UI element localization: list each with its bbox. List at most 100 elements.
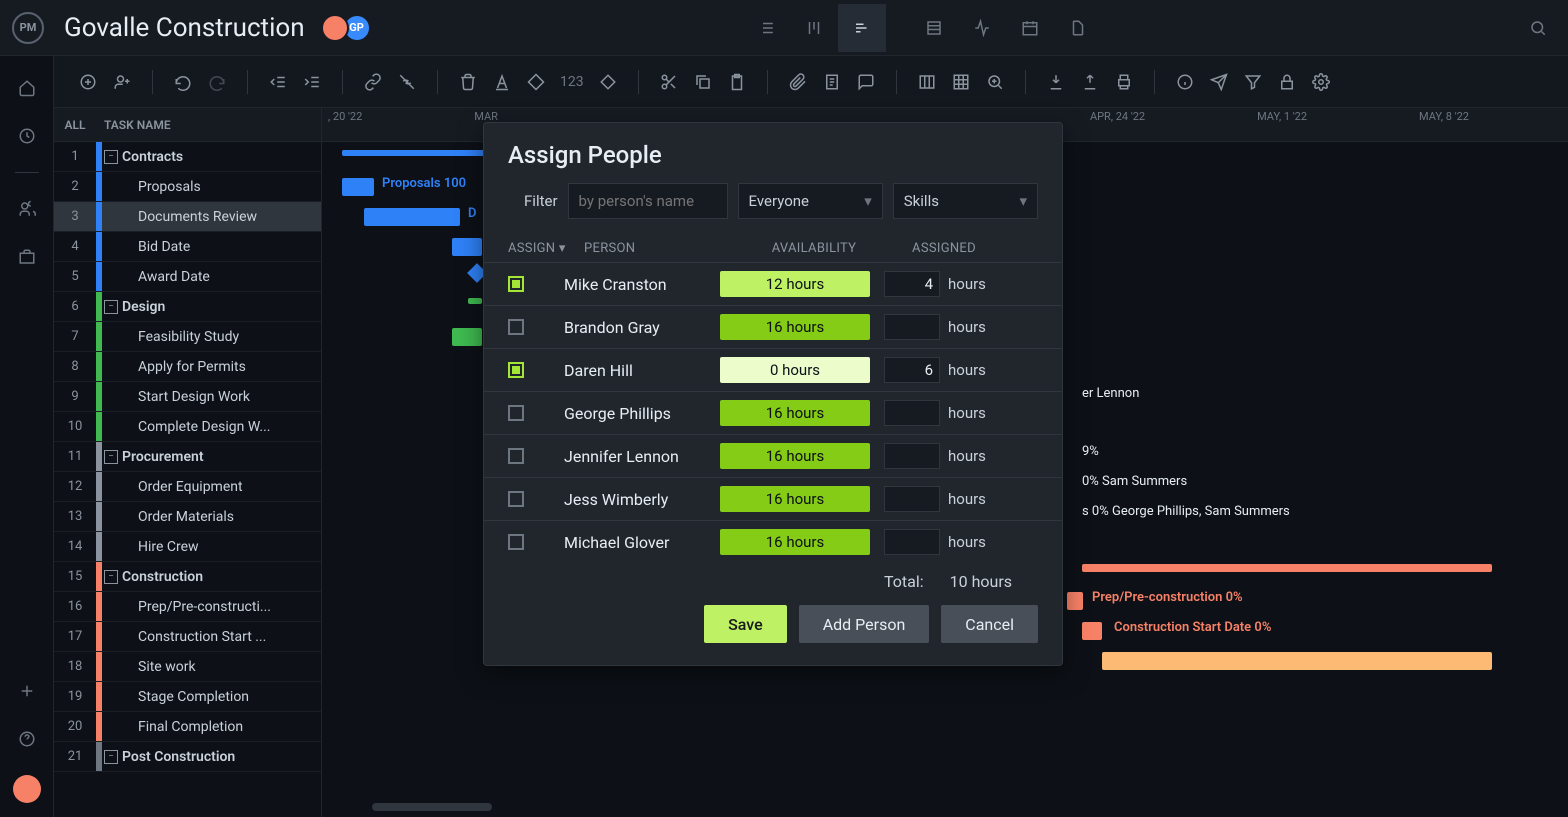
people-list[interactable]: Mike Cranston 12 hours hours Brandon Gra… xyxy=(484,262,1062,562)
add-icon[interactable] xyxy=(15,679,39,703)
columns-icon[interactable] xyxy=(913,68,941,96)
task-row[interactable]: 11−Procurement xyxy=(54,442,321,472)
assign-checkbox[interactable] xyxy=(508,362,524,378)
trash-icon[interactable] xyxy=(454,68,482,96)
send-icon[interactable] xyxy=(1205,68,1233,96)
task-row[interactable]: 1−Contracts xyxy=(54,142,321,172)
export-icon[interactable] xyxy=(1076,68,1104,96)
assign-checkbox[interactable] xyxy=(508,276,524,292)
assigned-hours-input[interactable] xyxy=(884,400,940,426)
assigned-hours-input[interactable] xyxy=(884,314,940,340)
search-icon[interactable] xyxy=(1520,10,1556,46)
indent-icon[interactable] xyxy=(298,68,326,96)
task-row[interactable]: 2Proposals xyxy=(54,172,321,202)
calendar-view-icon[interactable] xyxy=(1006,4,1054,52)
skills-select[interactable]: Skills xyxy=(893,183,1038,219)
task-row[interactable]: 20Final Completion xyxy=(54,712,321,742)
task-header-all[interactable]: ALL xyxy=(54,118,96,132)
avatar[interactable] xyxy=(321,14,349,42)
task-row[interactable]: 3Documents Review xyxy=(54,202,321,232)
settings-icon[interactable] xyxy=(1307,68,1335,96)
col-availability[interactable]: AVAILABILITY xyxy=(744,241,884,256)
task-row[interactable]: 14Hire Crew xyxy=(54,532,321,562)
col-assigned[interactable]: ASSIGNED xyxy=(884,241,1004,256)
task-row[interactable]: 12Order Equipment xyxy=(54,472,321,502)
assigned-hours-input[interactable] xyxy=(884,443,940,469)
assign-checkbox[interactable] xyxy=(508,405,524,421)
help-icon[interactable] xyxy=(15,727,39,751)
sheet-view-icon[interactable] xyxy=(910,4,958,52)
add-circle-icon[interactable] xyxy=(74,68,102,96)
lock-icon[interactable] xyxy=(1273,68,1301,96)
collapse-icon[interactable]: − xyxy=(104,450,118,464)
task-rows-container[interactable]: 1−Contracts2Proposals3Documents Review4B… xyxy=(54,142,321,817)
import-icon[interactable] xyxy=(1042,68,1070,96)
col-person[interactable]: PERSON xyxy=(584,241,744,256)
info-icon[interactable] xyxy=(1171,68,1199,96)
task-row[interactable]: 18Site work xyxy=(54,652,321,682)
add-person-button[interactable]: Add Person xyxy=(799,605,930,643)
outdent-icon[interactable] xyxy=(264,68,292,96)
font-icon[interactable] xyxy=(488,68,516,96)
assigned-hours-input[interactable] xyxy=(884,529,940,555)
filter-icon[interactable] xyxy=(1239,68,1267,96)
file-view-icon[interactable] xyxy=(1054,4,1102,52)
briefcase-icon[interactable] xyxy=(15,245,39,269)
recent-icon[interactable] xyxy=(15,124,39,148)
collapse-icon[interactable]: − xyxy=(104,150,118,164)
unlink-icon[interactable] xyxy=(393,68,421,96)
undo-icon[interactable] xyxy=(169,68,197,96)
horizontal-scrollbar[interactable] xyxy=(372,803,492,811)
task-row[interactable]: 15−Construction xyxy=(54,562,321,592)
collapse-icon[interactable]: − xyxy=(104,750,118,764)
task-header-name[interactable]: TASK NAME xyxy=(96,118,171,132)
assign-checkbox[interactable] xyxy=(508,319,524,335)
assigned-hours-input[interactable] xyxy=(884,271,940,297)
task-row[interactable]: 4Bid Date xyxy=(54,232,321,262)
assign-checkbox[interactable] xyxy=(508,534,524,550)
save-button[interactable]: Save xyxy=(704,605,787,643)
cut-icon[interactable] xyxy=(655,68,683,96)
zoom-icon[interactable] xyxy=(981,68,1009,96)
task-row[interactable]: 13Order Materials xyxy=(54,502,321,532)
activity-view-icon[interactable] xyxy=(958,4,1006,52)
home-icon[interactable] xyxy=(15,76,39,100)
note-icon[interactable] xyxy=(818,68,846,96)
task-row[interactable]: 21−Post Construction xyxy=(54,742,321,772)
redo-icon[interactable] xyxy=(203,68,231,96)
assigned-hours-input[interactable] xyxy=(884,486,940,512)
task-row[interactable]: 6−Design xyxy=(54,292,321,322)
filter-input[interactable] xyxy=(568,183,728,219)
person-add-icon[interactable] xyxy=(108,68,136,96)
task-row[interactable]: 17Construction Start ... xyxy=(54,622,321,652)
board-view-icon[interactable] xyxy=(790,4,838,52)
diamond-icon[interactable] xyxy=(594,68,622,96)
task-row[interactable]: 5Award Date xyxy=(54,262,321,292)
task-row[interactable]: 9Start Design Work xyxy=(54,382,321,412)
user-avatar[interactable] xyxy=(13,775,41,803)
collapse-icon[interactable]: − xyxy=(104,300,118,314)
gantt-view-icon[interactable] xyxy=(838,4,886,52)
collapse-icon[interactable]: − xyxy=(104,570,118,584)
comment-icon[interactable] xyxy=(852,68,880,96)
print-icon[interactable] xyxy=(1110,68,1138,96)
task-row[interactable]: 10Complete Design W... xyxy=(54,412,321,442)
tag-icon[interactable] xyxy=(522,68,550,96)
people-icon[interactable] xyxy=(15,197,39,221)
app-logo[interactable]: PM xyxy=(12,12,44,44)
assign-checkbox[interactable] xyxy=(508,448,524,464)
task-row[interactable]: 7Feasibility Study xyxy=(54,322,321,352)
assigned-hours-input[interactable] xyxy=(884,357,940,383)
copy-icon[interactable] xyxy=(689,68,717,96)
paste-icon[interactable] xyxy=(723,68,751,96)
list-view-icon[interactable] xyxy=(742,4,790,52)
scope-select[interactable]: Everyone xyxy=(738,183,883,219)
assign-checkbox[interactable] xyxy=(508,491,524,507)
attachment-icon[interactable] xyxy=(784,68,812,96)
task-row[interactable]: 16Prep/Pre-constructi... xyxy=(54,592,321,622)
collaborator-avatars[interactable]: GP xyxy=(321,14,365,42)
task-row[interactable]: 8Apply for Permits xyxy=(54,352,321,382)
cancel-button[interactable]: Cancel xyxy=(941,605,1038,643)
task-row[interactable]: 19Stage Completion xyxy=(54,682,321,712)
col-assign[interactable]: ASSIGN ▾ xyxy=(508,241,584,256)
